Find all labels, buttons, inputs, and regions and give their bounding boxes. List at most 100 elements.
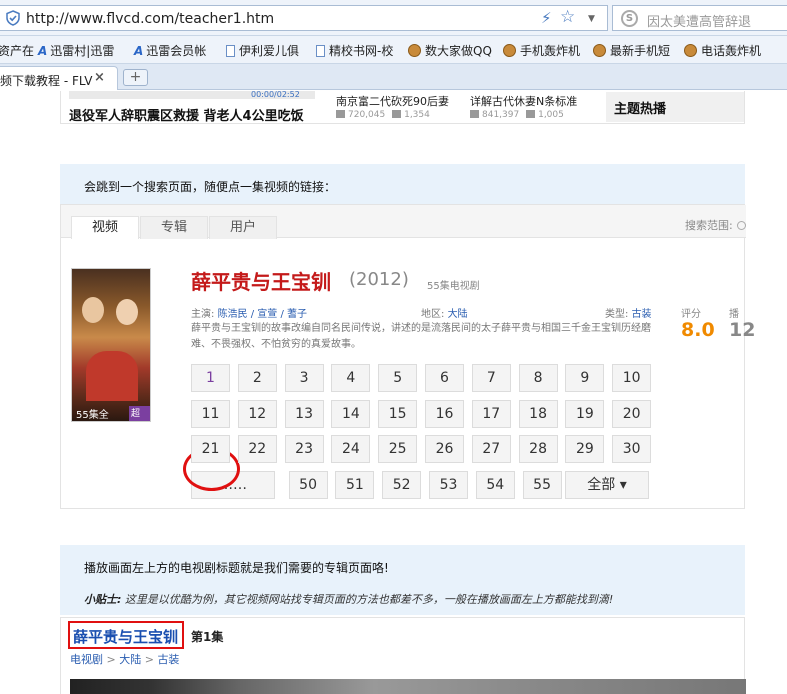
episode-button[interactable]: 52 [382, 470, 422, 499]
episode-button[interactable]: 7 [471, 364, 511, 392]
episode-button[interactable]: 24 [331, 435, 371, 463]
hot-topic-label: 主题热播 [614, 102, 667, 117]
bookmark-item[interactable]: 数大家做QQ [408, 42, 492, 59]
video-title[interactable]: 详解古代休妻N条标准 [470, 93, 577, 109]
episode-button[interactable]: 23 [284, 435, 324, 463]
breadcrumb-separator: > [106, 653, 116, 666]
episode-button[interactable]: 12 [237, 399, 277, 428]
starring: 主演: 陈浩民 / 宣萱 / 蓍子 [191, 305, 307, 320]
radio-button[interactable] [736, 221, 746, 230]
episode-button[interactable]: 16 [425, 399, 464, 428]
star-icon[interactable]: ☆ [560, 7, 575, 27]
region-value[interactable]: 大陆 [448, 309, 468, 320]
url-text[interactable]: http://www.flvcd.com/teacher1.htm [26, 11, 274, 27]
instruction-band: 播放画面左上方的电视剧标题就是我们需要的专辑页面咯! 小贴士: 这里是以优酷为例… [60, 545, 745, 615]
episode-button[interactable]: 50 [288, 470, 328, 499]
video-meta: 841,397 1,005 [470, 110, 564, 120]
player-card: 薛平贵与王宝钏 第1集 电视剧 > 大陆 > 古装 [60, 617, 746, 694]
search-box[interactable]: S 因太美遭高管辞退 [612, 5, 787, 31]
play-count-value: 12 [729, 319, 756, 341]
episode-button[interactable]: 1 [191, 364, 230, 392]
episode-button[interactable]: 54 [475, 470, 515, 499]
episode-button[interactable]: 22 [237, 435, 277, 463]
bookmark-item[interactable]: 手机轰炸机 [503, 42, 580, 59]
episode-button[interactable]: 28 [518, 435, 558, 463]
genre-value[interactable]: 古装 [632, 309, 652, 320]
more-episodes-button[interactable]: …… [191, 470, 275, 499]
album-title-link[interactable]: 薛平贵与王宝钏 [73, 626, 178, 647]
show-poster[interactable]: 55集全 超清 [71, 268, 151, 422]
search-range: 搜索范围: [685, 217, 746, 233]
video-title[interactable]: 南京富二代砍死90后妻 [336, 93, 449, 109]
episode-button[interactable]: 11 [191, 399, 230, 428]
lightning-icon[interactable]: ⚡ [541, 9, 552, 27]
video-player[interactable] [70, 679, 746, 694]
bookmark-label: 电话轰炸机 [701, 44, 762, 58]
tab-album[interactable]: 专辑 [140, 216, 208, 239]
episode-button[interactable]: 10 [612, 364, 652, 392]
bookmark-item[interactable]: 电话轰炸机 [684, 42, 761, 59]
search-range-label: 搜索范围: [685, 219, 733, 232]
bookmark-item[interactable]: 最新手机短 [593, 42, 670, 59]
episode-button[interactable]: 17 [471, 399, 511, 428]
search-input[interactable]: 因太美遭高管辞退 [647, 11, 751, 30]
episode-button[interactable]: 53 [429, 470, 468, 499]
monkey-icon [593, 44, 606, 57]
episode-button[interactable]: 27 [471, 435, 511, 463]
show-title[interactable]: 薛平贵与王宝钏 [191, 266, 331, 295]
episode-count: 55集电视剧 [427, 281, 480, 292]
breadcrumb-item[interactable]: 古装 [157, 653, 179, 666]
browser-tab[interactable]: 频下载教程 - FLV × [0, 66, 118, 90]
bookmark-item[interactable]: A 迅雷会员帐 [134, 42, 206, 59]
breadcrumb-item[interactable]: 电视剧 [70, 653, 103, 666]
episode-button[interactable]: 29 [565, 435, 605, 463]
bookmark-label: 资产在 [0, 44, 35, 58]
tab-video[interactable]: 视频 [71, 216, 139, 239]
episode-button[interactable]: 19 [565, 399, 605, 428]
video-meta: 720,045 1,354 [336, 110, 430, 120]
show-description: 薛平贵与王宝钏的故事改编自同名民间传说，讲述的是流落民间的太子薛平贵与相国三千金… [191, 323, 651, 350]
search-engine-icon[interactable]: S [621, 10, 638, 27]
breadcrumb-item[interactable]: 大陆 [119, 653, 141, 666]
shield-icon [6, 10, 20, 26]
monkey-icon [503, 44, 516, 57]
tab-user[interactable]: 用户 [209, 216, 277, 239]
address-bar[interactable]: http://www.flvcd.com/teacher1.htm ⚡ ☆ ▼ [0, 5, 608, 31]
close-icon[interactable]: × [94, 70, 105, 85]
breadcrumb-separator: > [144, 653, 154, 666]
episode-button[interactable]: 25 [378, 435, 418, 463]
episode-button[interactable]: 8 [518, 364, 558, 392]
bookmark-item[interactable]: 资产在 [0, 42, 34, 59]
bookmark-label: 伊利爱儿俱 [239, 44, 300, 58]
episode-button[interactable]: 21 [191, 435, 230, 463]
rating-label: 评分 [681, 309, 701, 320]
episode-button[interactable]: 6 [425, 364, 464, 392]
bookmark-label: 迅雷村|迅雷 [50, 44, 115, 58]
new-tab-button[interactable]: + [123, 69, 148, 86]
bookmark-item[interactable]: 伊利爱儿俱 [226, 42, 299, 59]
episode-button[interactable]: 14 [331, 399, 371, 428]
search-result-card: 视频 专辑 用户 搜索范围: 55集全 超清 薛平贵与王宝钏 (2012) 55… [60, 204, 755, 509]
episode-button[interactable]: 55 [522, 470, 562, 499]
starring-value[interactable]: 陈浩民 / 宣萱 / 蓍子 [218, 309, 307, 320]
episode-button[interactable]: 18 [518, 399, 558, 428]
episode-button[interactable]: 13 [284, 399, 324, 428]
chevron-down-icon[interactable]: ▼ [588, 14, 595, 24]
episode-button[interactable]: 30 [612, 435, 652, 463]
all-episodes-dropdown[interactable]: 全部 ▾ [565, 470, 649, 499]
video-headline[interactable]: 退役军人辞职震区救援 背老人4公里吃饭 [69, 105, 304, 124]
tip-label: 小贴士: [84, 593, 122, 606]
instruction-band: 会跳到一个搜索页面，随便点一集视频的链接： [60, 164, 745, 204]
bookmark-item[interactable]: A 迅雷村|迅雷 [38, 42, 114, 59]
episode-button[interactable]: 51 [335, 470, 375, 499]
episode-button[interactable]: 9 [565, 364, 605, 392]
episode-button[interactable]: 5 [378, 364, 418, 392]
bookmark-item[interactable]: 精校书网-校 [316, 42, 393, 59]
tab-label: 频下载教程 - FLV [0, 74, 93, 88]
episode-button[interactable]: 4 [331, 364, 371, 392]
episode-button[interactable]: 26 [425, 435, 464, 463]
episode-button[interactable]: 20 [612, 399, 652, 428]
episode-button[interactable]: 3 [284, 364, 324, 392]
episode-button[interactable]: 15 [378, 399, 418, 428]
episode-button[interactable]: 2 [237, 364, 277, 392]
